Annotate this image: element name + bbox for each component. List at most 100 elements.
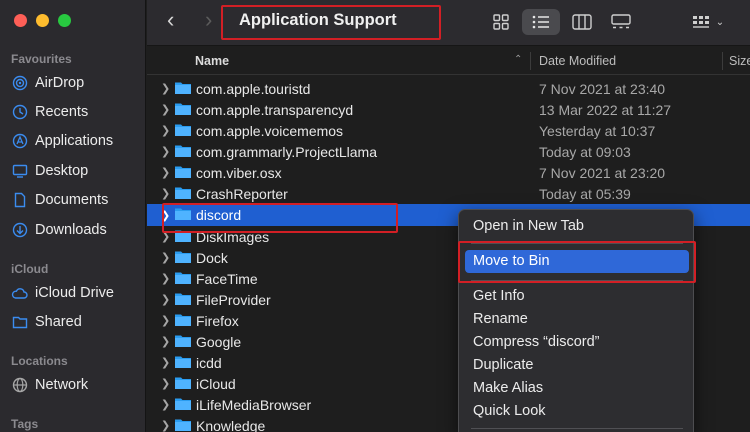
columns-icon: [572, 14, 592, 30]
title-highlight-box: [221, 5, 441, 40]
column-header-date[interactable]: Date Modified: [539, 54, 616, 68]
disclosure-arrow-icon[interactable]: ❯: [161, 82, 170, 95]
column-header-size[interactable]: Size: [729, 54, 750, 68]
minimize-window-button[interactable]: [36, 14, 49, 27]
gallery-view-button[interactable]: [605, 9, 637, 35]
grid-icon: [493, 14, 509, 30]
download-icon: [11, 222, 28, 238]
file-row[interactable]: ❯ com.apple.voicememos Yesterday at 10:37: [147, 120, 750, 141]
group-by-button[interactable]: ⌄: [685, 9, 731, 35]
column-divider[interactable]: [530, 52, 531, 70]
disclosure-arrow-icon[interactable]: ❯: [161, 398, 170, 411]
folder-icon: [175, 124, 191, 136]
column-divider[interactable]: [722, 52, 723, 70]
disclosure-arrow-icon[interactable]: ❯: [161, 124, 170, 137]
column-view-button[interactable]: [566, 9, 598, 35]
disclosure-arrow-icon[interactable]: ❯: [161, 293, 170, 306]
menu-item-highlight-box: [458, 241, 696, 283]
shared-folder-icon: [11, 315, 28, 329]
zoom-window-button[interactable]: [58, 14, 71, 27]
group-grid-icon: [692, 16, 709, 28]
airdrop-icon: [11, 75, 28, 91]
sidebar-item-applications[interactable]: Applications: [11, 130, 113, 152]
file-row[interactable]: ❯ CrashReporter Today at 05:39: [147, 183, 750, 204]
network-icon: [11, 377, 28, 393]
desktop-icon: [11, 163, 28, 179]
folder-icon: [175, 398, 191, 410]
menu-item-compress[interactable]: Compress “discord”: [473, 334, 600, 350]
sidebar-item-downloads[interactable]: Downloads: [11, 219, 107, 241]
gallery-icon: [611, 14, 631, 29]
disclosure-arrow-icon[interactable]: ❯: [161, 145, 170, 158]
disclosure-arrow-icon[interactable]: ❯: [161, 356, 170, 369]
file-row[interactable]: ❯ com.apple.touristd 7 Nov 2021 at 23:40: [147, 78, 750, 99]
clock-icon: [11, 104, 28, 120]
sidebar-item-label: Applications: [35, 133, 114, 149]
folder-icon: [175, 251, 191, 263]
forward-button[interactable]: ›: [205, 9, 212, 31]
sidebar: Favourites AirDrop Recents Applications …: [0, 0, 146, 432]
sidebar-item-label: AirDrop: [35, 75, 85, 91]
sidebar-item-network[interactable]: Network: [11, 374, 88, 396]
disclosure-arrow-icon[interactable]: ❯: [161, 314, 170, 327]
file-row[interactable]: ❯ com.grammarly.ProjectLlama Today at 09:0…: [147, 141, 750, 162]
toolbar: ‹ › Application Support ⌄: [147, 0, 750, 46]
column-header-bar: Name ⌃ Date Modified Size: [147, 47, 750, 75]
folder-icon: [175, 356, 191, 368]
folder-icon: [175, 82, 191, 94]
disclosure-arrow-icon[interactable]: ❯: [161, 251, 170, 264]
disclosure-arrow-icon[interactable]: ❯: [161, 335, 170, 348]
sidebar-item-recents[interactable]: Recents: [11, 101, 88, 123]
sidebar-section-favourites: Favourites: [11, 52, 72, 66]
menu-divider: [471, 428, 683, 429]
sidebar-item-airdrop[interactable]: AirDrop: [11, 72, 84, 94]
sidebar-item-label: Recents: [35, 104, 89, 120]
sidebar-section-tags: Tags: [11, 417, 39, 431]
sidebar-section-locations: Locations: [11, 354, 68, 368]
icon-view-button[interactable]: [485, 9, 517, 35]
sidebar-item-label: Documents: [35, 192, 109, 208]
disclosure-arrow-icon[interactable]: ❯: [161, 166, 170, 179]
sidebar-item-label: iCloud Drive: [35, 285, 114, 301]
disclosure-arrow-icon[interactable]: ❯: [161, 419, 170, 432]
sidebar-item-label: Downloads: [35, 222, 107, 238]
folder-icon: [175, 145, 191, 157]
back-button[interactable]: ‹: [167, 9, 174, 31]
cloud-icon: [11, 286, 28, 300]
folder-icon: [175, 166, 191, 178]
file-row[interactable]: ❯ com.viber.osx 7 Nov 2021 at 23:20: [147, 162, 750, 183]
close-window-button[interactable]: [14, 14, 27, 27]
sidebar-item-label: Network: [35, 377, 89, 393]
sidebar-item-documents[interactable]: Documents: [11, 189, 108, 211]
column-header-name[interactable]: Name: [195, 54, 229, 68]
disclosure-arrow-icon[interactable]: ❯: [161, 377, 170, 390]
sidebar-item-label: Desktop: [35, 163, 89, 179]
disclosure-arrow-icon[interactable]: ❯: [161, 103, 170, 116]
window-controls: [14, 14, 71, 27]
selected-row-highlight-box: [162, 203, 398, 233]
menu-item-duplicate[interactable]: Duplicate: [473, 357, 533, 373]
menu-item-make-alias[interactable]: Make Alias: [473, 380, 543, 396]
sidebar-item-label: Shared: [35, 314, 82, 330]
folder-icon: [175, 187, 191, 199]
document-icon: [11, 192, 28, 208]
sidebar-item-desktop[interactable]: Desktop: [11, 160, 88, 182]
list-view-button[interactable]: [522, 9, 560, 35]
menu-item-quick-look[interactable]: Quick Look: [473, 403, 546, 419]
folder-icon: [175, 377, 191, 389]
file-row[interactable]: ❯ com.apple.transparencyd 13 Mar 2022 at 1…: [147, 99, 750, 120]
sidebar-item-shared[interactable]: Shared: [11, 311, 82, 333]
applications-icon: [11, 133, 28, 149]
disclosure-arrow-icon[interactable]: ❯: [161, 272, 170, 285]
sidebar-section-icloud: iCloud: [11, 262, 49, 276]
folder-icon: [175, 103, 191, 115]
sort-chevron-icon: ⌃: [514, 54, 523, 65]
chevron-down-icon: ⌄: [715, 16, 725, 28]
menu-item-get-info[interactable]: Get Info: [473, 288, 525, 304]
sidebar-item-icloud-drive[interactable]: iCloud Drive: [11, 282, 114, 304]
disclosure-arrow-icon[interactable]: ❯: [161, 187, 170, 200]
list-icon: [532, 15, 549, 29]
menu-item-open-in-new-tab[interactable]: Open in New Tab: [473, 218, 584, 234]
folder-icon: [175, 335, 191, 347]
menu-item-rename[interactable]: Rename: [473, 311, 528, 327]
